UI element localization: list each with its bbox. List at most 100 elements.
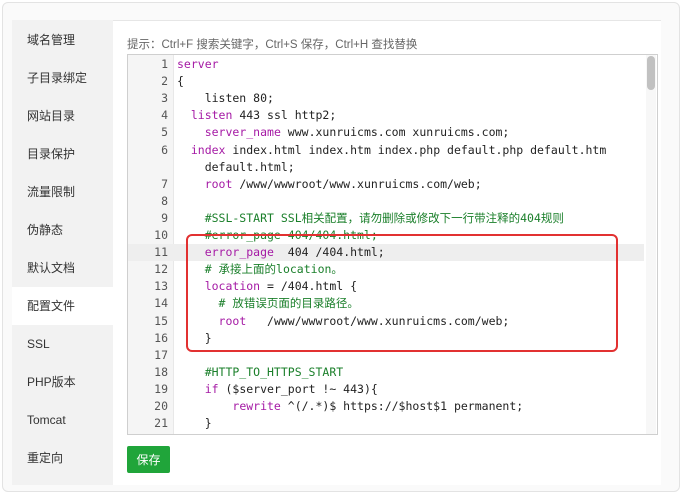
divider <box>113 20 661 21</box>
code-line[interactable]: 13 location = /404.html { <box>128 278 644 295</box>
sidebar-item[interactable]: 目录保护 <box>12 135 113 173</box>
code-editor[interactable]: 1 server 2{3 listen 80; 4 listen 443 ssl ht… <box>127 54 658 435</box>
line-number: 19 <box>154 381 168 396</box>
code-line[interactable]: 5 server_name www.xunruicms.com xunruicm… <box>128 124 644 141</box>
code-line[interactable]: 20 rewrite ^(/.*)$ https://$host$1 perma… <box>128 398 644 415</box>
sidebar-item[interactable]: 默认文档 <box>12 249 113 287</box>
code-text: #error_page 404/404.html; <box>177 227 378 244</box>
code-keyword: server_name <box>204 125 281 140</box>
code-text: location = /404.html { <box>177 278 357 295</box>
sidebar-item[interactable]: SSL <box>12 325 113 363</box>
line-number: 1 <box>161 57 168 71</box>
code-keyword: location <box>204 279 261 294</box>
code-token: } <box>177 330 212 345</box>
code-line[interactable]: 15 root /www/wwwroot/www.xunruicms.com/w… <box>128 313 644 330</box>
line-number: 2 <box>161 74 168 89</box>
line-number: 11 <box>154 245 168 260</box>
code-line[interactable]: 16 } <box>128 330 644 347</box>
line-number: 5 <box>161 125 168 140</box>
sidebar-item[interactable]: 流量限制 <box>12 173 113 211</box>
code-text: { <box>177 73 184 90</box>
code-line[interactable]: 1 server <box>128 56 644 73</box>
line-number: 8 <box>161 193 168 208</box>
code-keyword: root <box>218 313 247 328</box>
code-token: } <box>177 416 212 431</box>
code-keyword: error_page <box>204 245 274 260</box>
code-text: if ($server_port !~ 443){ <box>177 381 378 398</box>
sidebar-item[interactable]: 域名管理 <box>12 21 113 59</box>
code-comment: # 放错误页面的目录路径。 <box>177 296 359 311</box>
code-line[interactable]: 2{ <box>128 73 644 90</box>
code-line[interactable]: 14 # 放错误页面的目录路径。 <box>128 295 644 312</box>
line-number: 10 <box>154 228 168 242</box>
code-comment: #error_page 404/404.html; <box>177 228 378 242</box>
line-number: 13 <box>154 279 168 294</box>
code-text: #SSL-START SSL相关配置，请勿删除或修改下一行带注释的404规则 <box>177 210 564 227</box>
code-text: root /www/wwwroot/www.xunruicms.com/web; <box>177 313 510 330</box>
code-line[interactable]: 12 # 承接上面的location。 <box>128 261 644 278</box>
code-line[interactable]: 4 listen 443 ssl http2; <box>128 107 644 124</box>
code-line[interactable]: 21 } <box>128 415 644 432</box>
code-line[interactable]: 3 listen 80; <box>128 90 644 107</box>
code-line[interactable]: 11 error_page 404 /404.html; <box>128 244 644 262</box>
code-token: default.html; <box>177 159 295 174</box>
line-number: 18 <box>154 364 168 379</box>
save-button[interactable]: 保存 <box>127 446 170 473</box>
code-keyword: listen <box>190 108 233 123</box>
sidebar-item[interactable]: Tomcat <box>12 401 113 439</box>
code-token: www.xunruicms.com xunruicms.com; <box>280 125 510 140</box>
code-line[interactable]: default.html; <box>128 159 644 176</box>
code-comment: # 承接上面的location。 <box>177 262 343 277</box>
sidebar-item[interactable]: 子目录绑定 <box>12 59 113 97</box>
line-number: 9 <box>161 210 168 225</box>
sidebar-item[interactable]: 配置文件 <box>12 287 113 325</box>
line-number: 15 <box>154 313 168 328</box>
code-token: = /404.html { <box>260 279 358 294</box>
code-text: server <box>177 56 219 73</box>
code-line[interactable]: 8 <box>128 193 644 210</box>
code-text: root /www/wwwroot/www.xunruicms.com/web; <box>177 176 482 193</box>
code-keyword: server <box>177 57 219 71</box>
config-file-panel: 提示：Ctrl+F 搜索关键字，Ctrl+S 保存，Ctrl+H 查找替换 1s… <box>113 20 661 485</box>
sidebar-item[interactable]: 重定向 <box>12 439 113 477</box>
code-text: default.html; <box>177 159 295 176</box>
code-line[interactable]: 9 #SSL-START SSL相关配置，请勿删除或修改下一行带注释的404规则 <box>128 210 644 227</box>
code-text: #HTTP_TO_HTTPS_START <box>177 364 343 381</box>
code-text: # 放错误页面的目录路径。 <box>177 295 359 312</box>
line-number: 16 <box>154 330 168 345</box>
code-text: index index.html index.htm index.php def… <box>177 142 606 159</box>
code-text: server_name www.xunruicms.com xunruicms.… <box>177 124 510 141</box>
code-text: listen 443 ssl http2; <box>177 107 336 124</box>
line-number: 17 <box>154 347 168 362</box>
code-token: { <box>177 74 184 89</box>
sidebar-item[interactable]: 伪静态 <box>12 211 113 249</box>
code-text: rewrite ^(/.*)$ https://$host$1 permanen… <box>177 398 523 415</box>
sidebar-item[interactable]: 网站目录 <box>12 97 113 135</box>
code-keyword: if <box>204 381 219 396</box>
code-line[interactable]: 10 #error_page 404/404.html; <box>128 227 644 244</box>
sidebar-item[interactable]: PHP版本 <box>12 363 113 401</box>
code-keyword: root <box>204 176 233 191</box>
line-number: 6 <box>161 142 168 157</box>
code-text: listen 80; <box>177 90 274 107</box>
code-line[interactable]: 6 index index.html index.htm index.php d… <box>128 142 644 159</box>
code-comment: #SSL-START SSL相关配置，请勿删除或修改下一行带注释的404规则 <box>177 210 564 225</box>
code-line[interactable]: 7 root /www/wwwroot/www.xunruicms.com/we… <box>128 176 644 193</box>
editor-scrollbar-thumb[interactable] <box>647 56 655 90</box>
code-line[interactable]: 18 #HTTP_TO_HTTPS_START <box>128 364 644 381</box>
code-line[interactable]: 17 <box>128 347 644 364</box>
code-text: } <box>177 330 212 347</box>
editor-scrollbar-track[interactable] <box>646 55 656 434</box>
code-line[interactable]: 19 if ($server_port !~ 443){ <box>128 381 644 398</box>
line-number: 7 <box>161 176 168 191</box>
code-text: # 承接上面的location。 <box>177 261 343 278</box>
line-number: 21 <box>154 416 168 431</box>
code-keyword: rewrite <box>232 399 281 413</box>
shortcut-hint: 提示：Ctrl+F 搜索关键字，Ctrl+S 保存，Ctrl+H 查找替换 <box>127 39 418 51</box>
